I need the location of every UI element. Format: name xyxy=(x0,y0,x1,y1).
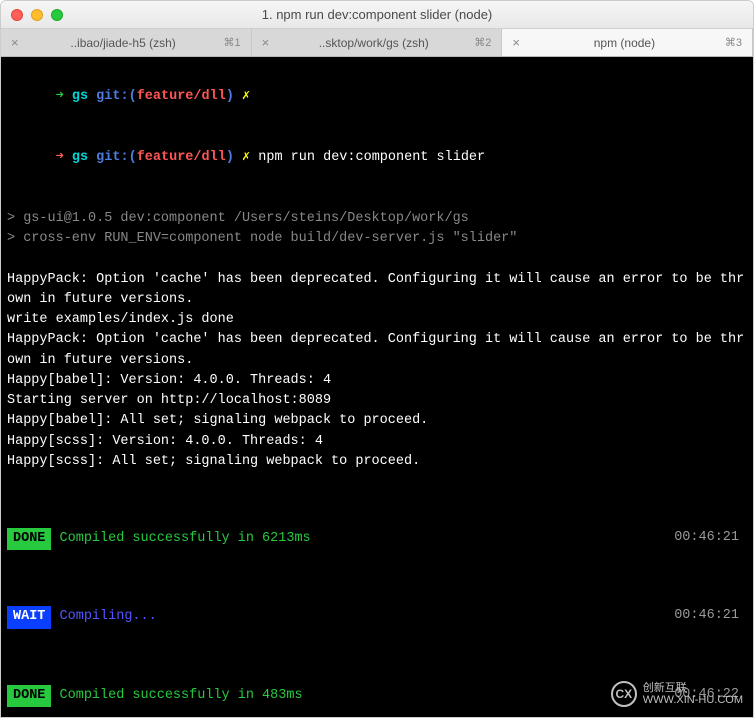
timestamp: 00:46:21 xyxy=(674,606,739,626)
tabs-bar: × ..ibao/jiade-h5 (zsh) ⌘1 × ..sktop/wor… xyxy=(1,29,753,57)
terminal-window: 1. npm run dev:component slider (node) ×… xyxy=(0,0,754,718)
timestamp: 00:46:21 xyxy=(674,528,739,548)
cwd: gs xyxy=(72,89,88,104)
tab-label: ..ibao/jiade-h5 (zsh) xyxy=(29,36,218,50)
watermark-logo-icon: CX xyxy=(611,681,637,707)
window-title: 1. npm run dev:component slider (node) xyxy=(9,7,745,22)
git-suffix: ) xyxy=(226,150,234,165)
prompt-arrow-icon: ➜ xyxy=(56,150,64,165)
write-output: write examples/index.js done xyxy=(7,310,747,330)
happy-babel-version: Happy[babel]: Version: 4.0.0. Threads: 4 xyxy=(7,371,747,391)
npm-output: > cross-env RUN_ENV=component node build… xyxy=(7,229,747,249)
watermark-line2: WWW.XIN-HU.COM xyxy=(643,694,743,706)
prompt-line: ➜ gs git:(feature/dll) ✗ xyxy=(7,67,747,128)
npm-output: > gs-ui@1.0.5 dev:component /Users/stein… xyxy=(7,209,747,229)
watermark-text: 创新互联 WWW.XIN-HU.COM xyxy=(643,682,743,706)
done-badge: DONE xyxy=(7,685,51,707)
command-text: npm run dev:component slider xyxy=(258,150,485,165)
happy-scss-set: Happy[scss]: All set; signaling webpack … xyxy=(7,452,747,472)
tab-label: ..sktop/work/gs (zsh) xyxy=(279,36,468,50)
tab-3-active[interactable]: × npm (node) ⌘3 xyxy=(502,29,753,56)
git-suffix: ) xyxy=(226,89,234,104)
tab-2[interactable]: × ..sktop/work/gs (zsh) ⌘2 xyxy=(252,29,503,56)
happy-babel-set: Happy[babel]: All set; signaling webpack… xyxy=(7,411,747,431)
status-message: Compiled successfully in 6213ms xyxy=(60,531,311,546)
tab-label: npm (node) xyxy=(530,36,719,50)
server-start: Starting server on http://localhost:8089 xyxy=(7,391,747,411)
tab-shortcut: ⌘2 xyxy=(474,36,491,49)
dirty-icon: ✗ xyxy=(242,150,250,165)
window-controls xyxy=(11,9,63,21)
status-wait: WAIT Compiling... 00:46:21 xyxy=(7,606,747,628)
minimize-window-button[interactable] xyxy=(31,9,43,21)
done-badge: DONE xyxy=(7,528,51,550)
close-window-button[interactable] xyxy=(11,9,23,21)
happypack-warning: HappyPack: Option 'cache' has been depre… xyxy=(7,330,747,371)
status-message: Compiled successfully in 483ms xyxy=(60,688,303,703)
watermark: CX 创新互联 WWW.XIN-HU.COM xyxy=(611,681,743,707)
close-icon[interactable]: × xyxy=(11,35,19,50)
git-prefix: git:( xyxy=(96,150,137,165)
tab-shortcut: ⌘3 xyxy=(725,36,742,49)
watermark-line1: 创新互联 xyxy=(643,682,743,694)
git-branch: feature/dll xyxy=(137,150,226,165)
status-message: Compiling... xyxy=(60,609,157,624)
status-done-1: DONE Compiled successfully in 6213ms 00:… xyxy=(7,528,747,550)
titlebar: 1. npm run dev:component slider (node) xyxy=(1,1,753,29)
maximize-window-button[interactable] xyxy=(51,9,63,21)
happy-scss-version: Happy[scss]: Version: 4.0.0. Threads: 4 xyxy=(7,432,747,452)
prompt-line-command: ➜ gs git:(feature/dll) ✗ npm run dev:com… xyxy=(7,128,747,189)
tab-1[interactable]: × ..ibao/jiade-h5 (zsh) ⌘1 xyxy=(1,29,252,56)
close-icon[interactable]: × xyxy=(512,35,520,50)
git-branch: feature/dll xyxy=(137,89,226,104)
cwd: gs xyxy=(72,150,88,165)
dirty-icon: ✗ xyxy=(242,89,250,104)
happypack-warning: HappyPack: Option 'cache' has been depre… xyxy=(7,270,747,311)
blank-line xyxy=(7,189,747,209)
wait-badge: WAIT xyxy=(7,606,51,628)
close-icon[interactable]: × xyxy=(262,35,270,50)
git-prefix: git:( xyxy=(96,89,137,104)
tab-shortcut: ⌘1 xyxy=(224,36,241,49)
terminal-content[interactable]: ➜ gs git:(feature/dll) ✗ ➜ gs git:(featu… xyxy=(1,57,753,717)
blank-line xyxy=(7,249,747,269)
prompt-arrow-icon: ➜ xyxy=(56,89,64,104)
